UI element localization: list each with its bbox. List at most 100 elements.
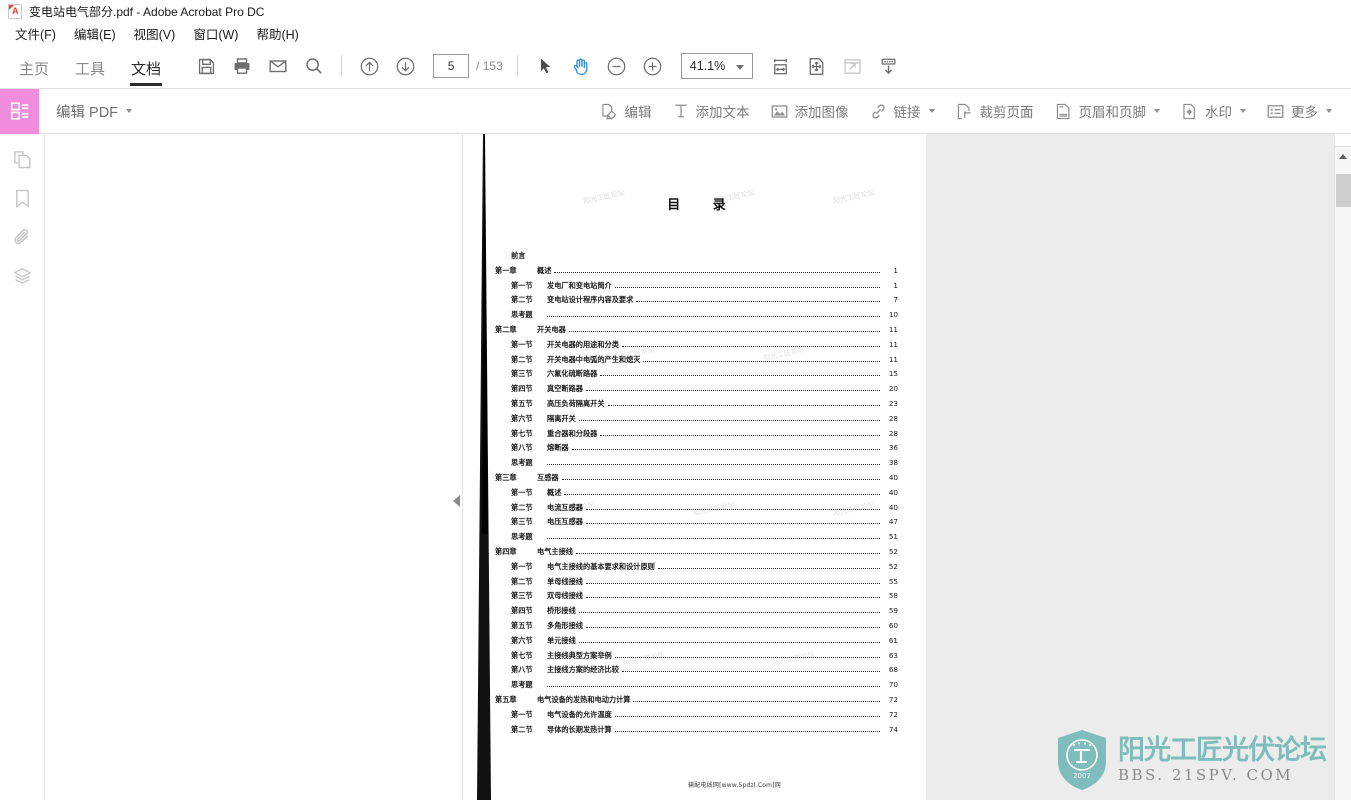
toc-entry[interactable]: 第一章 概述 1 — [495, 266, 898, 281]
toc-entry[interactable]: 第三节 双母线接线 58 — [495, 591, 898, 606]
toc-entry[interactable]: 思考题 51 — [495, 532, 898, 547]
bookmarks-icon[interactable] — [7, 185, 37, 211]
toc-entry[interactable]: 第六节 隔离开关 28 — [495, 414, 898, 429]
more-icon — [1266, 102, 1285, 121]
previous-page-button[interactable] — [351, 48, 387, 84]
toc-entry[interactable]: 第四章 电气主接线 52 — [495, 547, 898, 562]
toc-entry[interactable]: 第五节 多角形接线 60 — [495, 621, 898, 636]
toc-entry[interactable]: 第一节 电气设备的允许温度 72 — [495, 710, 898, 725]
scroll-up-button[interactable] — [1335, 148, 1351, 165]
toc-entry[interactable]: 第一节 概述 40 — [495, 488, 898, 503]
toc-entry-page: 58 — [888, 591, 898, 601]
toc-entry[interactable]: 第四节 真空断路器 20 — [495, 384, 898, 399]
toc-entry[interactable]: 思考题 38 — [495, 458, 898, 473]
search-button[interactable] — [296, 48, 332, 84]
toc-entry-title: 单元接线 — [547, 635, 576, 645]
scrollbar-track-top — [1335, 134, 1351, 147]
toc-entry-title: 导体的长期发热计算 — [547, 724, 612, 734]
scrollbar-thumb[interactable] — [1336, 174, 1351, 207]
zoom-out-button[interactable] — [599, 48, 635, 84]
hand-tool-button[interactable] — [563, 48, 599, 84]
tool-more[interactable]: 更多 — [1257, 96, 1341, 126]
tab-document[interactable]: 文档 — [118, 44, 174, 89]
page-thumbnails-icon[interactable] — [7, 146, 37, 172]
toc-entry[interactable]: 第六节 单元接线 61 — [495, 636, 898, 651]
select-tool-button[interactable] — [527, 48, 563, 84]
menu-view[interactable]: 视图(V) — [125, 22, 185, 45]
toc-entry[interactable]: 第三节 电压互感器 47 — [495, 517, 898, 532]
toc-entry[interactable]: 思考题 10 — [495, 310, 898, 325]
toc-entry[interactable]: 第三章 互感器 40 — [495, 473, 898, 488]
toc-leader-dots — [547, 686, 880, 688]
toc-entry-number: 第一节 — [511, 280, 533, 290]
attachments-icon[interactable] — [7, 224, 37, 250]
layers-icon[interactable] — [7, 263, 37, 289]
toc-entry[interactable]: 第三节 六氟化硫断路器 15 — [495, 369, 898, 384]
fit-page-button[interactable] — [799, 48, 835, 84]
toc-entry[interactable]: 第一节 发电厂和变电站简介 1 — [495, 281, 898, 296]
tool-add-image[interactable]: 添加图像 — [761, 96, 858, 126]
toc-leader-dots — [554, 271, 880, 273]
toc-entry-page: 7 — [893, 295, 898, 305]
toc-leader-dots — [564, 493, 880, 495]
toc-entry[interactable]: 第一节 电气主接线的基本要求和设计原则 52 — [495, 562, 898, 577]
menu-file[interactable]: 文件(F) — [6, 22, 65, 45]
menu-edit[interactable]: 编辑(E) — [65, 22, 125, 45]
tool-watermark[interactable]: 水印 — [1171, 96, 1255, 126]
scroll-mode-button[interactable] — [871, 48, 907, 84]
toc-entry-page: 72 — [888, 694, 898, 704]
page-number-input[interactable]: 5 — [433, 54, 470, 78]
toc-leader-dots — [585, 626, 880, 628]
print-button[interactable] — [224, 48, 260, 84]
toc-entry[interactable]: 第二节 导体的长期发热计算 74 — [495, 725, 898, 740]
toc-entry[interactable]: 前言 — [495, 251, 898, 266]
toc-entry[interactable]: 第二章 开关电器 11 — [495, 325, 898, 340]
tool-header-footer[interactable]: 页眉和页脚 — [1045, 96, 1170, 126]
fit-width-button[interactable] — [763, 48, 799, 84]
toc-entry[interactable]: 第二节 电流互感器 40 — [495, 503, 898, 518]
toc-entry-title: 开关电器中电弧的产生和熄灭 — [547, 354, 641, 364]
zoom-in-button[interactable] — [635, 48, 671, 84]
collapse-left-pane-button[interactable] — [451, 489, 462, 513]
toc-entry[interactable]: 第七节 重合器和分段器 28 — [495, 429, 898, 444]
toc-entry-page: 40 — [888, 487, 898, 497]
tab-tools[interactable]: 工具 — [62, 44, 118, 89]
edit-pdf-label: 编辑 PDF — [56, 104, 119, 121]
next-page-button[interactable] — [387, 48, 423, 84]
toc-entry[interactable]: 第五节 高压负荷隔离开关 23 — [495, 399, 898, 414]
toc-leader-dots — [585, 582, 880, 584]
zoom-level-select[interactable]: 41.1% — [680, 53, 753, 79]
document-view[interactable]: 目 录 前言 第一章 概述 1 第一节 发电厂和变电站简介 1 第二节 变电站设计程序内容及要求… — [463, 134, 1334, 800]
toc-entry[interactable]: 第八节 主接线方案的经济比较 68 — [495, 665, 898, 680]
tool-crop-page[interactable]: 裁剪页面 — [946, 96, 1043, 126]
toc-entry[interactable]: 第二节 开关电器中电弧的产生和熄灭 11 — [495, 355, 898, 370]
toc-leader-dots — [571, 449, 880, 451]
toc-entry[interactable]: 第四节 桥形接线 59 — [495, 606, 898, 621]
toc-leader-dots — [578, 641, 880, 643]
toc-entry-title: 重合器和分段器 — [547, 428, 598, 438]
toc-entry[interactable]: 第二节 单母线接线 55 — [495, 577, 898, 592]
toc-entry-number: 第七节 — [511, 650, 533, 660]
toc-entry[interactable]: 第二节 变电站设计程序内容及要求 7 — [495, 295, 898, 310]
fullscreen-button[interactable] — [835, 48, 871, 84]
edit-pdf-dropdown[interactable]: 编辑 PDF — [56, 101, 133, 122]
tool-add-text[interactable]: 添加文本 — [663, 96, 759, 126]
tab-home[interactable]: 主页 — [6, 44, 62, 89]
toc-entry[interactable]: 第五章 电气设备的发热和电动力计算 72 — [495, 695, 898, 710]
vertical-scrollbar[interactable] — [1334, 134, 1351, 800]
toc-entry-number: 第一章 — [495, 265, 517, 275]
email-button[interactable] — [260, 48, 296, 84]
tool-link[interactable]: 链接 — [860, 96, 944, 126]
toc-entry[interactable]: 第七节 主接线典型方案举例 63 — [495, 651, 898, 666]
menu-window[interactable]: 窗口(W) — [184, 22, 247, 45]
edit-pdf-panel-icon[interactable] — [0, 88, 39, 134]
toc-entry[interactable]: 第八节 熔断器 36 — [495, 443, 898, 458]
save-button[interactable] — [188, 48, 224, 84]
toc-entry[interactable]: 思考题 70 — [495, 680, 898, 695]
left-pane — [45, 134, 463, 800]
link-icon — [869, 102, 888, 121]
menu-help[interactable]: 帮助(H) — [247, 22, 307, 45]
tool-edit[interactable]: 编辑 — [591, 96, 661, 126]
toc-entry[interactable]: 第一节 开关电器的用途和分类 11 — [495, 340, 898, 355]
toc-entry-page: 28 — [888, 428, 898, 438]
